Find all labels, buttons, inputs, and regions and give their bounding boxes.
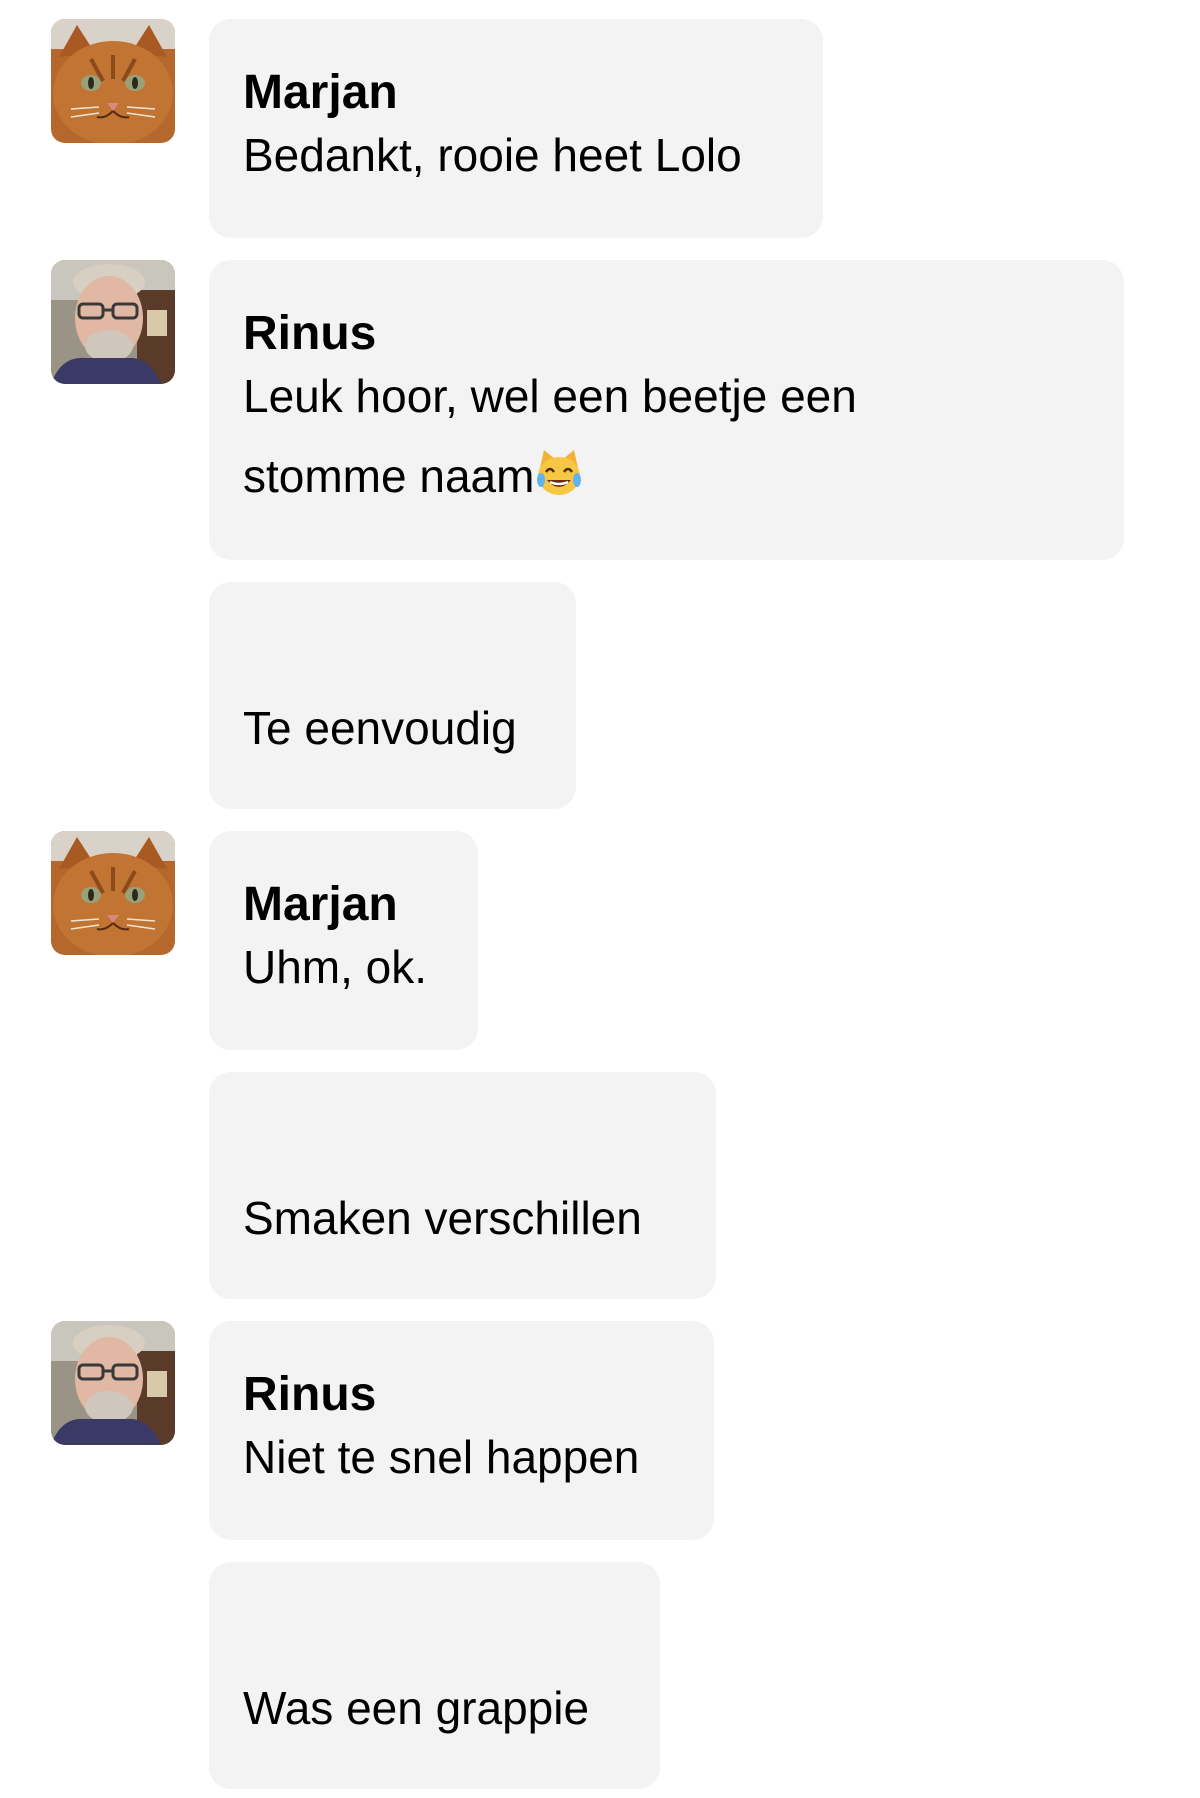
- message-bubble[interactable]: Smaken verschillen: [209, 1072, 716, 1299]
- message-bubble[interactable]: Was een grappie: [209, 1562, 660, 1789]
- message-text: Te eenvoudig: [243, 702, 517, 754]
- avatar-rinus[interactable]: [51, 1321, 175, 1445]
- man-avatar-icon: [51, 1321, 175, 1445]
- message-text: Was een grappie: [243, 1682, 590, 1734]
- sender-name: Marjan: [243, 878, 398, 931]
- message-text: Uhm, ok.: [243, 941, 428, 993]
- message-bubble[interactable]: Marjan Uhm, ok.: [209, 831, 478, 1050]
- message-bubble[interactable]: Rinus Leuk hoor, wel een beetje een stom…: [209, 260, 1124, 560]
- message-text-line-1: Leuk hoor, wel een beetje een: [243, 370, 857, 422]
- message-bubble[interactable]: Rinus Niet te snel happen: [209, 1321, 714, 1540]
- message-bubble[interactable]: Marjan Bedankt, rooie heet Lolo: [209, 19, 823, 238]
- message-text: Smaken verschillen: [243, 1192, 642, 1244]
- sender-name: Rinus: [243, 1368, 377, 1421]
- man-avatar-icon: [51, 260, 175, 384]
- message-text: Niet te snel happen: [243, 1431, 640, 1483]
- cat-avatar-icon: [51, 19, 175, 143]
- cat-avatar-icon: [51, 831, 175, 955]
- message-text-line-2: stomme naam: [243, 436, 584, 522]
- avatar-marjan[interactable]: [51, 831, 175, 955]
- sender-name: Marjan: [243, 66, 398, 119]
- avatar-marjan[interactable]: [51, 19, 175, 143]
- message-text: Bedankt, rooie heet Lolo: [243, 129, 742, 181]
- message-bubble[interactable]: Te eenvoudig: [209, 582, 576, 809]
- message-text-line-2-content: stomme naam: [243, 450, 535, 502]
- laughing-cat-emoji-icon: [534, 442, 584, 522]
- sender-name: Rinus: [243, 307, 377, 360]
- avatar-rinus[interactable]: [51, 260, 175, 384]
- chat-thread: Marjan Bedankt, rooie heet Lolo Rinus Le…: [0, 0, 1200, 1798]
